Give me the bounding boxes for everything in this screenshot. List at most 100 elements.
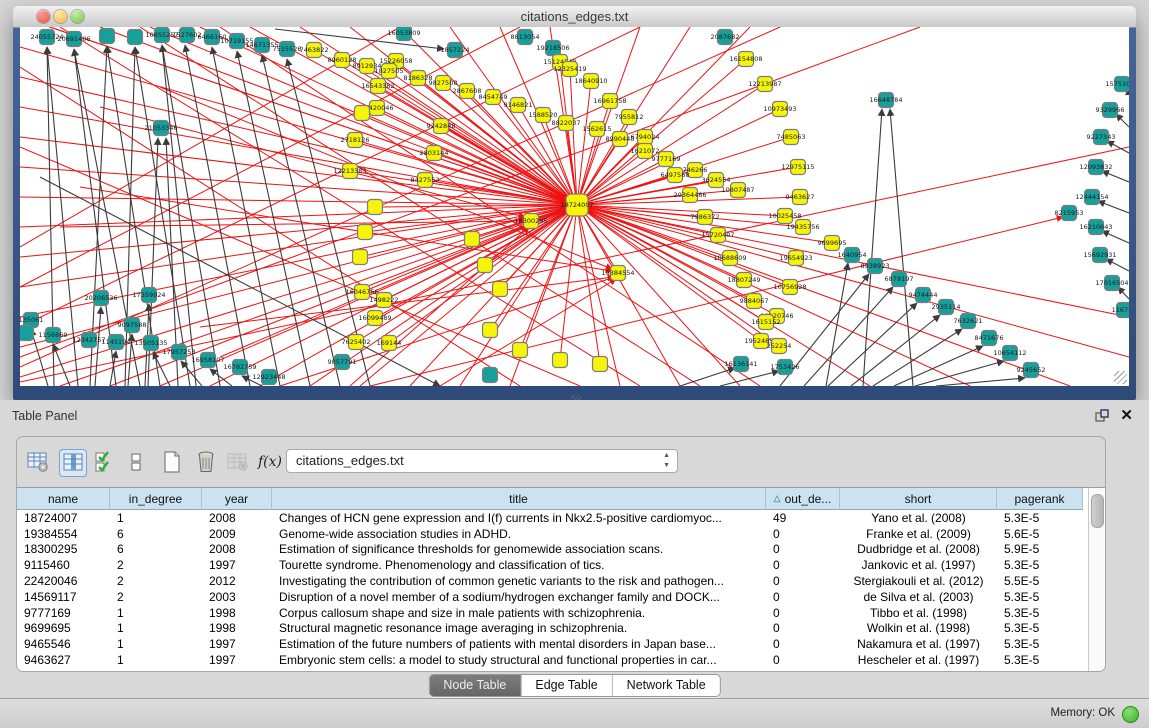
column-header-title[interactable]: title [272,488,766,510]
graph-node[interactable] [478,258,493,273]
column-header-name[interactable]: name [17,488,110,510]
table-row[interactable]: 1830029562008Estimation of significance … [17,542,1089,558]
table-cell[interactable]: Investigating the contribution of common… [272,574,766,588]
graph-node[interactable] [20,326,34,341]
graph-node[interactable]: 17359924 [132,288,165,303]
graph-node[interactable]: 10807487 [721,183,754,198]
graph-node[interactable]: 9227343 [1087,130,1116,145]
table-cell[interactable]: Estimation of significance thresholds fo… [272,542,766,556]
new-column-icon[interactable] [159,449,185,475]
table-cell[interactable]: 2008 [202,511,272,525]
graph-node[interactable]: 116753 [1112,303,1129,318]
table-cell[interactable]: 0 [766,590,840,604]
graph-node[interactable]: 9857791 [328,355,357,370]
table-cell[interactable]: Structural magnetic resonance image aver… [272,621,766,635]
table-cell[interactable]: 1997 [202,653,272,667]
table-cell[interactable]: 6 [110,527,202,541]
table-cell[interactable]: 9115460 [17,558,110,572]
table-row[interactable]: 911546021997Tourette syndrome. Phenomeno… [17,557,1089,573]
graph-node[interactable]: 12923448 [252,370,285,385]
graph-node[interactable]: 12093832 [1079,160,1112,175]
graph-node[interactable] [593,357,608,372]
table-cell[interactable]: 22420046 [17,574,110,588]
table-cell[interactable]: 5.6E-5 [997,527,1083,541]
column-header-out_de[interactable]: △out_de... [766,488,840,510]
table-cell[interactable]: 9463627 [17,653,110,667]
table-cell[interactable]: Tourette syndrome. Phenomenology and cla… [272,558,766,572]
table-cell[interactable]: 1 [110,511,202,525]
table-cell[interactable]: Disruption of a novel member of a sodium… [272,590,766,604]
table-cell[interactable]: 14569117 [17,590,110,604]
graph-node[interactable]: 2935114 [932,300,961,315]
delete-columns-icon[interactable] [193,449,219,475]
table-cell[interactable]: 1997 [202,558,272,572]
float-panel-icon[interactable] [1095,409,1109,423]
table-row[interactable]: 1456911722003Disruption of a novel membe… [17,589,1089,605]
table-cell[interactable]: Nakamura et al. (1997) [840,637,997,651]
graph-node[interactable]: 8471676 [975,331,1004,346]
column-header-short[interactable]: short [840,488,997,510]
table-cell[interactable]: 5.9E-5 [997,542,1083,556]
graph-node[interactable] [368,200,383,215]
table-cell[interactable]: 2003 [202,590,272,604]
table-cell[interactable]: 0 [766,558,840,572]
graph-node[interactable] [128,30,143,45]
table-cell[interactable]: 18724007 [17,511,110,525]
graph-node[interactable] [553,353,568,368]
graph-node[interactable]: 6879197 [885,272,914,287]
table-vertical-scrollbar[interactable] [1088,487,1105,671]
table-row[interactable]: 977716911998Corpus callosum shape and si… [17,605,1089,621]
graph-node[interactable]: 12444154 [1075,190,1108,205]
table-cell[interactable]: 19384554 [17,527,110,541]
table-cell[interactable]: 5.3E-5 [997,621,1083,635]
table-cell[interactable]: 9465546 [17,637,110,651]
table-row[interactable]: 1938455462009Genome-wide association stu… [17,526,1089,542]
table-cell[interactable]: 9699695 [17,621,110,635]
table-cell[interactable]: Yano et al. (2008) [840,511,997,525]
table-cell[interactable]: 1 [110,653,202,667]
table-cell[interactable]: 1 [110,637,202,651]
graph-node[interactable]: 7955812 [615,110,644,125]
graph-node[interactable]: 9699695 [818,236,847,251]
graph-node[interactable]: 10654112 [993,346,1026,361]
table-cell[interactable]: 5.5E-5 [997,574,1083,588]
graph-node[interactable]: 17016504 [1095,276,1128,291]
graph-node[interactable]: 16961758 [593,94,626,109]
function-builder-icon[interactable]: f(x) [257,449,283,475]
graph-node[interactable]: 9474444 [909,288,938,303]
graph-node[interactable]: 16053809 [387,27,420,41]
table-cell[interactable]: 0 [766,527,840,541]
table-cell[interactable]: Changes of HCN gene expression and I(f) … [272,511,766,525]
graph-node[interactable]: 7463822 [300,43,329,58]
scrollbar-thumb[interactable] [1091,494,1104,528]
table-cell[interactable]: Embryonic stem cells: a model to study s… [272,653,766,667]
table-cell[interactable]: 2 [110,574,202,588]
table-cell[interactable]: 0 [766,637,840,651]
table-cell[interactable]: 9777169 [17,606,110,620]
column-header-pagerank[interactable]: pagerank [997,488,1083,510]
network-canvas-area[interactable]: 2405572420691406106552571527602646616010… [20,27,1129,386]
select-all-columns-icon[interactable] [91,449,117,475]
table-cell[interactable]: 49 [766,511,840,525]
graph-node[interactable] [355,106,370,121]
table-cell[interactable]: Estimation of the future numbers of pati… [272,637,766,651]
graph-node[interactable] [483,368,498,383]
table-cell[interactable]: Stergiakouli et al. (2012) [840,574,997,588]
graph-node[interactable]: 16958107 [191,353,224,368]
import-table-icon[interactable] [225,449,251,475]
row-height-icon[interactable] [123,449,149,475]
table-cell[interactable]: 1 [110,621,202,635]
graph-node[interactable]: 18640910 [574,74,607,89]
table-cell[interactable]: 5.3E-5 [997,606,1083,620]
graph-node[interactable]: 16154808 [729,52,762,67]
table-cell[interactable]: 0 [766,653,840,667]
canvas-resize-grip[interactable] [1114,371,1127,384]
graph-node[interactable]: 12213987 [748,77,781,92]
tab-network-table[interactable]: Network Table [612,675,720,696]
tab-edge-table[interactable]: Edge Table [520,675,611,696]
graph-node[interactable] [465,232,480,247]
graph-node[interactable]: 10688609 [713,251,746,266]
graph-node[interactable]: 19654923 [779,251,812,266]
graph-node[interactable]: 9329966 [1096,103,1125,118]
table-cell[interactable]: 0 [766,574,840,588]
